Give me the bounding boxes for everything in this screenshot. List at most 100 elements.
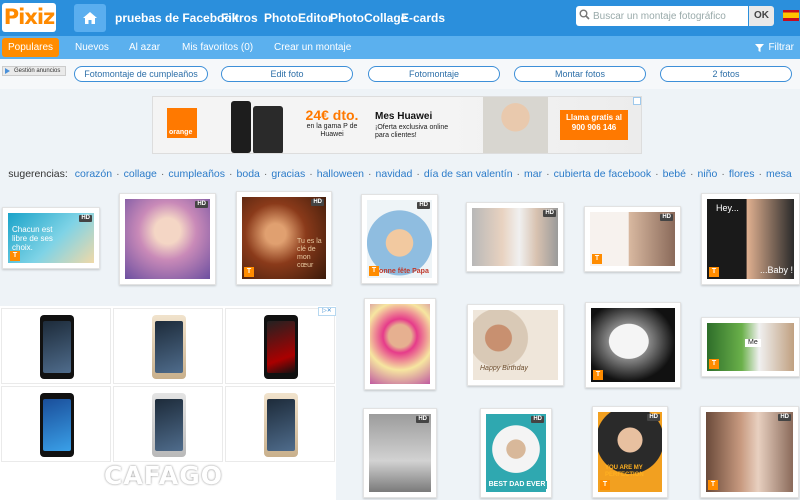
suggestion-link[interactable]: cubierta de facebook <box>554 168 651 180</box>
suggestion-link[interactable]: corazón <box>75 168 112 180</box>
nav-ecards[interactable]: E-cards <box>401 0 445 36</box>
thumbnail-caption: Chacun est libre de ses choix. <box>12 225 53 252</box>
suggestion-link[interactable]: cumpleaños <box>168 168 225 180</box>
suggestion-link[interactable]: flores <box>729 168 755 180</box>
nav-filters[interactable]: Filtros <box>221 0 258 36</box>
montage-thumbnail[interactable]: T <box>585 302 681 388</box>
nav-photocollage[interactable]: PhotoCollage <box>330 0 407 36</box>
hd-badge: HD <box>531 416 544 423</box>
pixiz-logo[interactable]: Pixiz <box>2 3 56 32</box>
montage-thumbnail[interactable]: Bonne fête Papa HD T <box>361 194 438 284</box>
ad-management-tag[interactable]: Gestión anuncios <box>2 66 66 76</box>
t-badge: T <box>708 480 718 490</box>
funnel-icon <box>755 43 765 52</box>
suggestion-link[interactable]: bebé <box>663 168 686 180</box>
t-badge: T <box>593 370 603 380</box>
filter-button[interactable]: Filtrar <box>755 36 794 59</box>
suggestions-row: sugerencias: corazón · collage · cumpleaños ·… <box>8 168 792 180</box>
nav-facebook-tests[interactable]: pruebas de Facebook <box>115 0 238 36</box>
phone-product[interactable] <box>225 386 335 462</box>
t-badge: T <box>600 480 610 490</box>
montage-thumbnail[interactable]: HD <box>119 193 216 285</box>
t-badge: T <box>709 267 719 277</box>
pill-montar-fotos[interactable]: Montar fotos <box>514 66 646 82</box>
suggestion-link[interactable]: navidad <box>376 168 413 180</box>
top-navigation-bar: Pixiz pruebas de Facebook Filtros PhotoE… <box>0 0 800 36</box>
suggestion-link[interactable]: halloween <box>317 168 364 180</box>
t-badge: T <box>592 254 602 264</box>
spain-flag-icon[interactable] <box>783 10 799 21</box>
montage-thumbnail[interactable]: Hey... ...Baby ! T <box>701 193 800 285</box>
hd-badge: HD <box>543 210 556 217</box>
banner-description: ¡Oferta exclusiva online para clientes! <box>375 124 449 139</box>
filter-label: Filtrar <box>768 42 794 53</box>
t-badge: T <box>709 359 719 369</box>
suggestion-link[interactable]: boda <box>237 168 260 180</box>
montage-thumbnail[interactable]: HD T <box>584 206 681 272</box>
montage-thumbnail[interactable] <box>364 298 436 390</box>
phone-product[interactable] <box>113 386 223 462</box>
home-icon <box>83 12 97 24</box>
nav-photoeditor[interactable]: PhotoEditor <box>264 0 333 36</box>
tab-nuevos[interactable]: Nuevos <box>75 36 109 59</box>
thumbnail-caption: YOU ARE MY PERFECTION <box>605 465 644 478</box>
discount-block: 24€ dto. en la gama P de Huawei <box>305 107 359 138</box>
keyword-pills-row: Gestión anuncios Fotomontaje de cumpleañ… <box>0 59 800 89</box>
thumbnail-caption: Tu es la clé de mon cœur <box>297 238 322 269</box>
phone-product[interactable] <box>1 386 111 462</box>
hd-badge: HD <box>79 215 92 222</box>
banner-model-photo <box>483 97 548 153</box>
hd-badge: HD <box>195 201 208 208</box>
search-box <box>576 6 748 26</box>
t-badge: T <box>10 251 20 261</box>
suggestion-link[interactable]: mesa <box>766 168 792 180</box>
hd-badge: HD <box>417 202 430 209</box>
montage-thumbnail[interactable]: YOU ARE MY PERFECTION HD T <box>592 406 668 498</box>
thumbnail-caption: BEST DAD EVER <box>487 481 547 489</box>
suggestion-link[interactable]: niño <box>697 168 717 180</box>
banner-cta[interactable]: Llama gratis al 900 906 146 <box>560 110 628 140</box>
pill-photomontage[interactable]: Fotomontaje <box>368 66 500 82</box>
cafago-logo: CAFAGO <box>104 461 224 490</box>
thumbnail-caption: Me <box>745 339 761 347</box>
montage-thumbnail[interactable]: Happy Birthday <box>467 304 564 386</box>
suggestion-link[interactable]: collage <box>124 168 157 180</box>
thumbnail-caption: ...Baby ! <box>760 265 794 275</box>
huawei-banner-ad[interactable]: orange 24€ dto. en la gama P de Huawei M… <box>152 96 642 154</box>
tab-al-azar[interactable]: Al azar <box>129 36 160 59</box>
phone-product[interactable] <box>225 308 335 384</box>
hd-badge: HD <box>416 416 429 423</box>
montage-thumbnail[interactable]: Me T <box>701 317 800 377</box>
thumbnail-caption: Hey... <box>716 203 739 213</box>
tab-mis-favoritos[interactable]: Mis favoritos (0) <box>182 36 253 59</box>
phone-image <box>231 101 251 153</box>
tab-populares[interactable]: Populares <box>2 38 60 57</box>
montage-thumbnail[interactable]: BEST DAD EVER HD <box>480 408 552 498</box>
pill-edit-photo[interactable]: Edit foto <box>221 66 353 82</box>
adchoices-icon[interactable] <box>633 97 641 105</box>
banner-title: Mes Huawei <box>375 111 433 122</box>
pill-birthday-montage[interactable]: Fotomontaje de cumpleaños <box>74 66 208 82</box>
suggestion-link[interactable]: mar <box>524 168 542 180</box>
tab-crear-montaje[interactable]: Crear un montaje <box>274 36 351 59</box>
home-button[interactable] <box>74 4 106 32</box>
search-ok-button[interactable]: OK <box>749 6 774 26</box>
phone-image <box>253 106 283 153</box>
phone-product[interactable] <box>113 308 223 384</box>
montage-thumbnail[interactable]: Tu es la clé de mon cœur HD T <box>236 191 332 285</box>
suggestion-link[interactable]: gracias <box>271 168 305 180</box>
orange-logo: orange <box>167 108 197 138</box>
hd-badge: HD <box>311 199 324 206</box>
montage-thumbnail[interactable]: HD T <box>700 406 799 498</box>
suggestion-link[interactable]: día de san valentín <box>424 168 513 180</box>
t-badge: T <box>369 266 379 276</box>
ad-info-icon[interactable]: ▷✕ <box>318 307 336 316</box>
montage-thumbnail[interactable]: Chacun est libre de ses choix. HD T <box>2 207 100 269</box>
thumbnail-caption: Happy Birthday <box>480 365 528 372</box>
montage-thumbnail[interactable]: HD <box>466 202 564 272</box>
search-input[interactable] <box>592 6 746 26</box>
montage-thumbnail[interactable]: HD <box>363 408 437 498</box>
pill-2-fotos[interactable]: 2 fotos <box>660 66 792 82</box>
phone-product[interactable] <box>1 308 111 384</box>
hd-badge: HD <box>647 414 660 421</box>
